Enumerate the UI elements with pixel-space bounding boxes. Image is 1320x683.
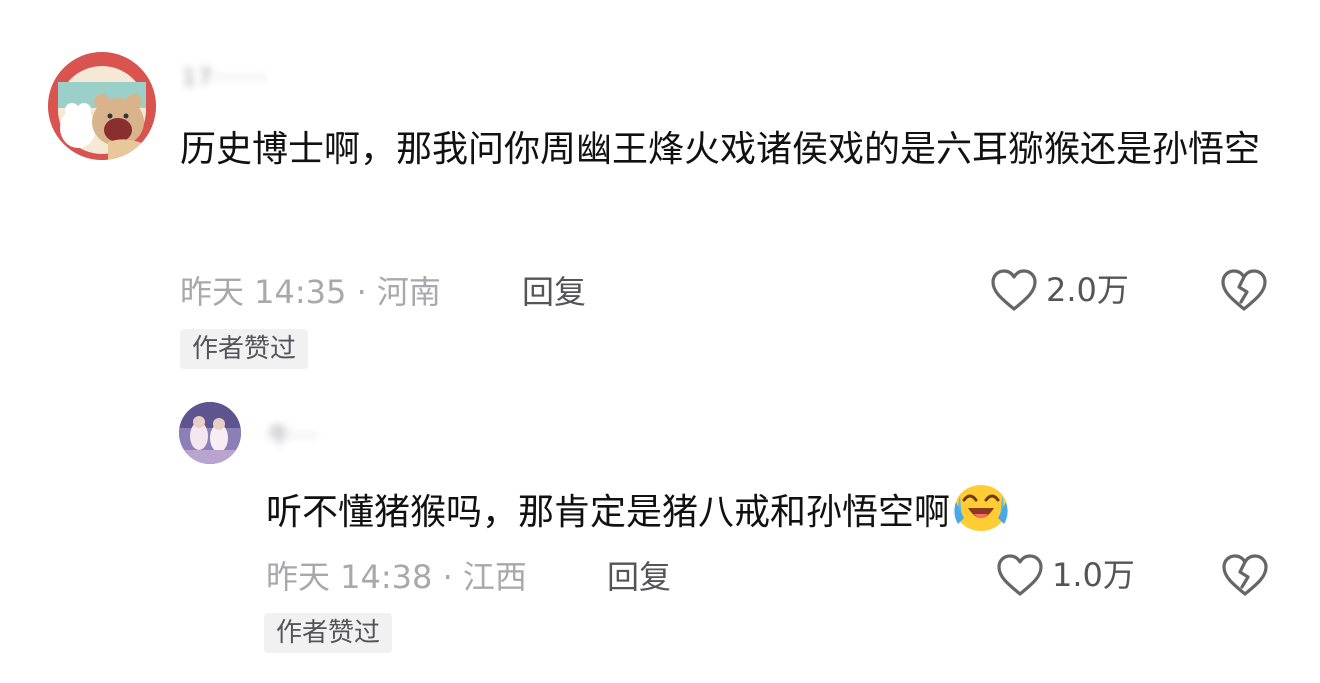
reply-time-location: 昨天 14:38 · 江西 bbox=[266, 558, 527, 596]
heart-icon bbox=[997, 554, 1043, 596]
like-button[interactable]: 2.0万 bbox=[990, 268, 1129, 312]
reply-button[interactable]: 回复 bbox=[607, 557, 671, 597]
comment-text: 历史博士啊，那我问你周幽王烽火戏诸侯戏的是六耳猕猴还是孙悟空 bbox=[180, 129, 1261, 170]
reply-comment-text: 听不懂猪猴吗，那肯定是猪八戒和孙悟空啊 bbox=[266, 478, 1266, 550]
comment-time-location: 昨天 14:35 · 河南 bbox=[180, 273, 441, 311]
broken-heart-icon bbox=[1222, 554, 1268, 596]
like-count: 2.0万 bbox=[1046, 271, 1129, 309]
like-button[interactable]: 1.0万 bbox=[996, 553, 1135, 597]
dislike-button[interactable] bbox=[1221, 553, 1269, 601]
reply-button[interactable]: 回复 bbox=[522, 272, 586, 312]
commenter-avatar[interactable] bbox=[48, 52, 156, 160]
broken-heart-icon bbox=[1221, 269, 1267, 311]
reply-commenter-username[interactable]: 牛··· bbox=[268, 418, 319, 450]
dislike-button[interactable] bbox=[1220, 268, 1268, 316]
commenter-username[interactable]: 17······ bbox=[182, 66, 268, 91]
reply-commenter-avatar[interactable] bbox=[179, 402, 241, 464]
people-photo-avatar-icon bbox=[179, 402, 241, 464]
author-liked-badge: 作者赞过 bbox=[264, 613, 393, 653]
heart-icon bbox=[991, 269, 1037, 311]
crying-laughing-emoji-icon bbox=[952, 478, 1010, 550]
author-liked-badge: 作者赞过 bbox=[180, 329, 309, 369]
reply-comment-body: 听不懂猪猴吗，那肯定是猪八戒和孙悟空啊 bbox=[266, 492, 951, 533]
like-count: 1.0万 bbox=[1052, 556, 1135, 594]
cartoon-bear-avatar-icon bbox=[48, 52, 156, 160]
